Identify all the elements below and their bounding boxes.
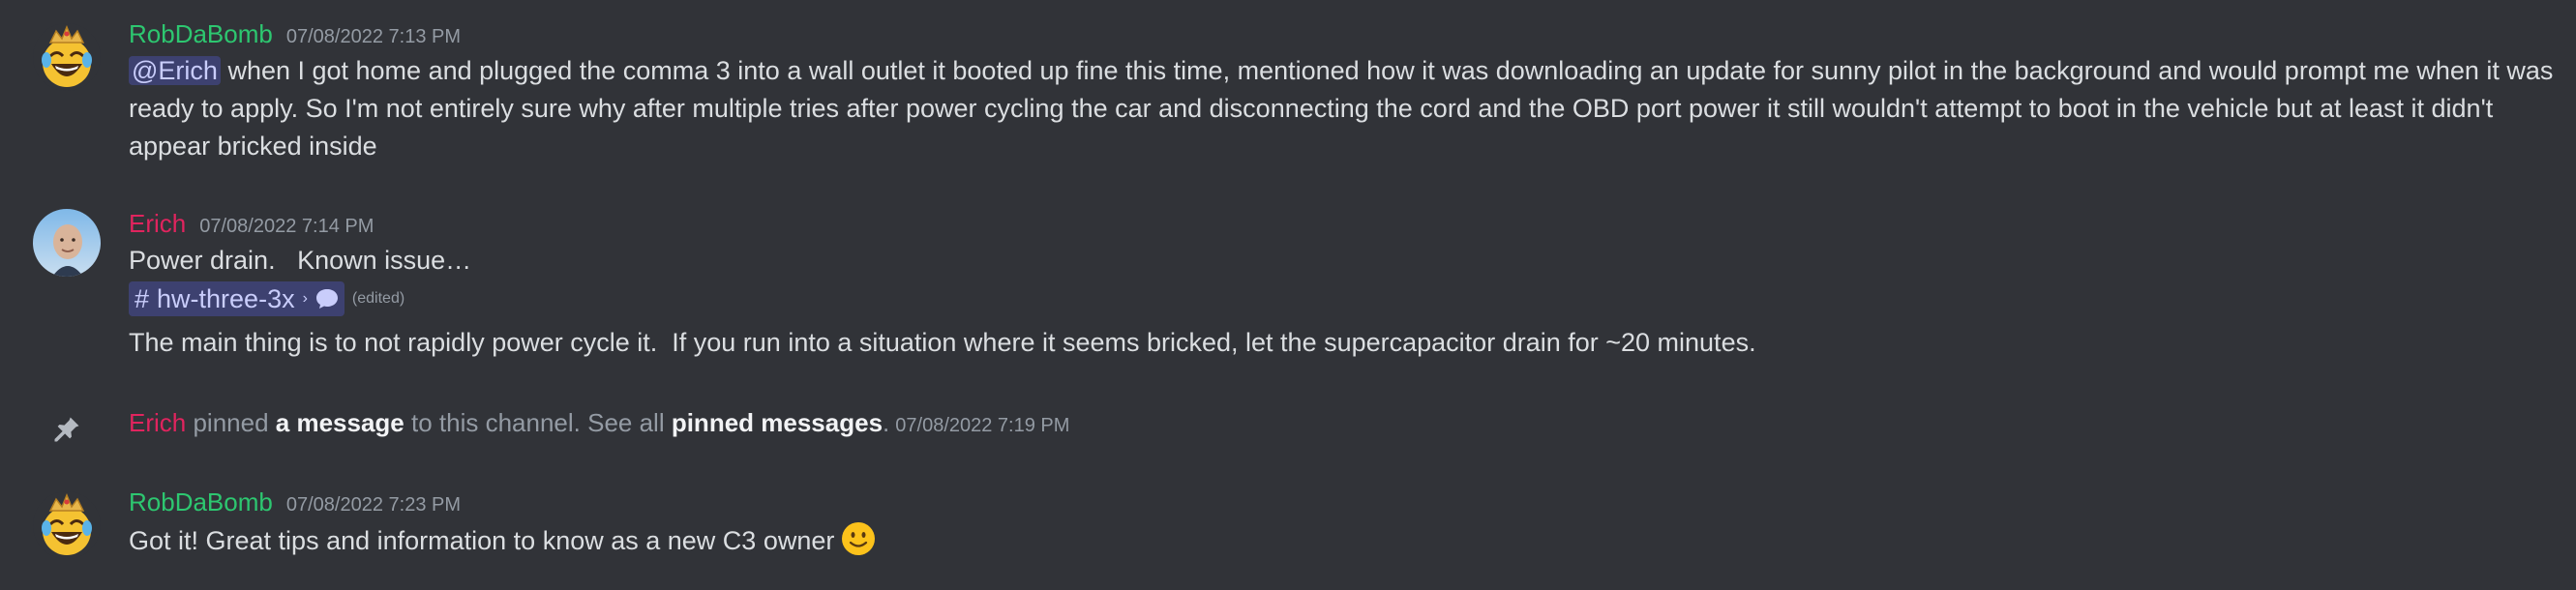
erich-photo-avatar-icon [33,209,101,277]
system-timestamp[interactable]: 07/08/2022 7:19 PM [895,415,1069,436]
message-header: RobDaBomb 07/08/2022 7:23 PM [129,487,2557,520]
channel-name: hw-three-3x [157,283,295,313]
laughing-crown-emoji-icon [33,491,101,559]
author-name[interactable]: Erich [129,209,186,239]
channel-hash-icon: # [135,283,150,313]
message-text: Got it! Great tips and information to kn… [129,526,835,555]
system-pinned-word: pinned [186,408,276,437]
system-period: . [883,408,890,437]
message-line-2: The main thing is to not rapidly power c… [129,328,1756,357]
message-header: RobDaBomb 07/08/2022 7:13 PM [129,19,2557,52]
avatar-robdabomb[interactable] [33,491,101,559]
slight-smile-emoji-icon [842,522,876,555]
message-line-1: Power drain. Known issue… [129,246,472,275]
message-header: Erich 07/08/2022 7:14 PM [129,209,2557,242]
message-text: when I got home and plugged the comma 3 … [129,56,2561,161]
pinned-message-link[interactable]: a message [276,408,404,437]
user-mention[interactable]: @Erich [129,56,221,85]
avatar-robdabomb[interactable] [33,23,101,91]
author-name[interactable]: RobDaBomb [129,487,273,517]
system-to-channel: to this channel. See all [404,408,672,437]
message-content: RobDaBomb 07/08/2022 7:13 PM @Erich when… [129,19,2557,165]
channel-link-row: # hw-three-3x › (edited) [129,280,2557,318]
message-timestamp[interactable]: 07/08/2022 7:13 PM [286,26,461,48]
system-text: Erich pinned a message to this channel. … [129,408,1069,438]
pin-icon [54,417,79,442]
pinned-messages-link[interactable]: pinned messages [672,408,883,437]
avatar-erich[interactable] [33,209,101,277]
message-body: Got it! Great tips and information to kn… [129,520,2557,560]
edited-label: (edited) [351,290,405,307]
message-timestamp[interactable]: 07/08/2022 7:14 PM [199,216,374,238]
system-actor[interactable]: Erich [129,408,186,437]
thread-bubble-icon [315,289,338,309]
message-timestamp[interactable]: 07/08/2022 7:23 PM [286,494,461,516]
message-body: @Erich when I got home and plugged the c… [129,52,2557,165]
message-content: Erich 07/08/2022 7:14 PM Power drain. Kn… [129,209,2557,362]
author-name[interactable]: RobDaBomb [129,19,273,49]
channel-link[interactable]: # hw-three-3x › [129,281,344,316]
chevron-right-icon: › [302,290,308,307]
message-content: RobDaBomb 07/08/2022 7:23 PM Got it! Gre… [129,487,2557,560]
system-pin-notice: Erich pinned a message to this channel. … [0,404,2576,449]
laughing-crown-emoji-icon [33,23,101,91]
